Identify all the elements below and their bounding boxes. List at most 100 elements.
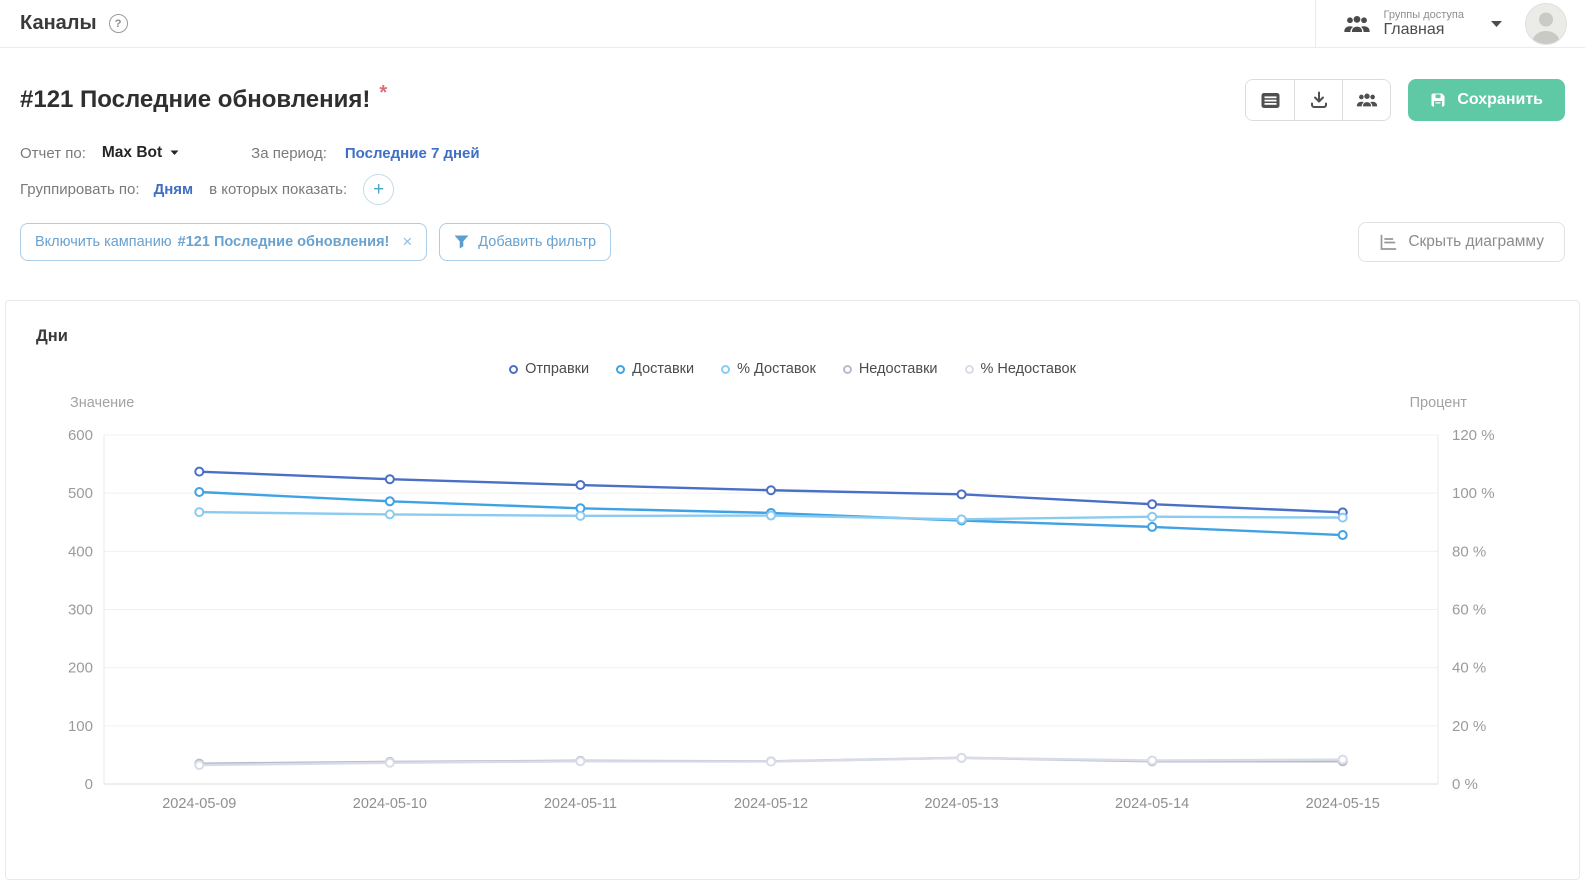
- close-icon[interactable]: ×: [402, 232, 412, 252]
- right-axis-title: Процент: [1410, 395, 1467, 413]
- data-point[interactable]: [576, 481, 584, 489]
- data-point[interactable]: [195, 508, 203, 516]
- data-point[interactable]: [1339, 756, 1347, 764]
- data-point[interactable]: [386, 475, 394, 483]
- download-button[interactable]: [1294, 80, 1342, 120]
- add-filter-label: Добавить фильтр: [478, 234, 596, 250]
- chevron-down-icon[interactable]: [1490, 20, 1503, 28]
- data-point[interactable]: [195, 488, 203, 496]
- data-point[interactable]: [958, 754, 966, 762]
- left-axis-tick: 300: [68, 602, 93, 619]
- data-point[interactable]: [195, 468, 203, 476]
- period-value-link[interactable]: Последние 7 дней: [345, 145, 480, 162]
- legend-item[interactable]: % Доставок: [721, 361, 816, 377]
- data-point[interactable]: [386, 759, 394, 767]
- save-button-label: Сохранить: [1457, 91, 1543, 109]
- plus-icon: +: [373, 180, 384, 199]
- filter-icon: [454, 235, 469, 249]
- chart-canvas: 6005004003002001000120 %100 %80 %60 %40 …: [6, 416, 1579, 816]
- topbar: Каналы ? Группы доступа Главная: [0, 0, 1585, 48]
- x-axis-tick: 2024-05-09: [162, 796, 236, 812]
- report-header: #121 Последние обновления! *: [0, 48, 1585, 262]
- report-list-button[interactable]: [1246, 80, 1294, 120]
- left-axis-tick: 0: [85, 776, 93, 793]
- share-users-button[interactable]: [1342, 80, 1390, 120]
- data-point[interactable]: [195, 761, 203, 769]
- data-point[interactable]: [958, 490, 966, 498]
- legend-marker-icon: [965, 365, 974, 374]
- chart-title: Дни: [36, 327, 1579, 349]
- left-axis-tick: 400: [68, 543, 93, 560]
- access-group-label: Группы доступа: [1384, 9, 1464, 21]
- save-button[interactable]: Сохранить: [1408, 79, 1565, 121]
- campaign-filter-chip[interactable]: Включить кампанию #121 Последние обновле…: [20, 223, 427, 261]
- add-filter-button[interactable]: Добавить фильтр: [439, 223, 611, 261]
- data-point[interactable]: [767, 758, 775, 766]
- data-point[interactable]: [958, 515, 966, 523]
- data-point[interactable]: [576, 512, 584, 520]
- right-axis-tick: 40 %: [1452, 660, 1486, 677]
- report-settings-row: Отчет по: Max Bot За период: Последние 7…: [20, 142, 1565, 164]
- legend-label: Отправки: [525, 361, 589, 377]
- legend-item[interactable]: % Недоставок: [965, 361, 1076, 377]
- data-point[interactable]: [1148, 756, 1156, 764]
- report-toolbar: [1245, 79, 1391, 121]
- data-point[interactable]: [767, 512, 775, 520]
- data-point[interactable]: [1339, 514, 1347, 522]
- legend-label: % Доставок: [737, 361, 816, 377]
- legend-item[interactable]: Недоставки: [843, 361, 938, 377]
- access-groups-icon: [1342, 14, 1372, 34]
- save-icon: [1430, 92, 1446, 108]
- legend-label: Доставки: [632, 361, 694, 377]
- data-point[interactable]: [1148, 523, 1156, 531]
- groupby-row: Группировать по: Дням в которых показать…: [20, 174, 1565, 204]
- data-point[interactable]: [767, 486, 775, 494]
- add-metric-button[interactable]: +: [363, 174, 394, 205]
- users-icon: [1355, 92, 1379, 108]
- right-axis-tick: 60 %: [1452, 602, 1486, 619]
- chart-icon: [1379, 234, 1397, 251]
- legend-item[interactable]: Доставки: [616, 361, 694, 377]
- right-axis-tick: 100 %: [1452, 485, 1495, 502]
- data-point[interactable]: [576, 757, 584, 765]
- left-axis-title: Значение: [70, 395, 134, 413]
- hide-chart-button[interactable]: Скрыть диаграмму: [1358, 222, 1565, 262]
- legend-marker-icon: [721, 365, 730, 374]
- right-axis-tick: 20 %: [1452, 718, 1486, 735]
- right-axis-tick: 0 %: [1452, 776, 1478, 793]
- x-axis-tick: 2024-05-11: [544, 796, 617, 812]
- legend-label: Недоставки: [859, 361, 938, 377]
- hide-chart-label: Скрыть диаграмму: [1408, 233, 1544, 251]
- filter-chip-text: Включить кампанию: [35, 234, 172, 250]
- x-axis-tick: 2024-05-12: [734, 796, 808, 812]
- topbar-right: Группы доступа Главная: [1315, 0, 1567, 48]
- group-by-value-link[interactable]: Дням: [154, 181, 194, 198]
- help-icon[interactable]: ?: [109, 14, 128, 33]
- left-axis-tick: 600: [68, 427, 93, 444]
- filters-row: Включить кампанию #121 Последние обновле…: [20, 222, 1565, 262]
- period-label: За период:: [251, 145, 327, 162]
- avatar[interactable]: [1525, 3, 1567, 45]
- data-point[interactable]: [1148, 500, 1156, 508]
- legend-item[interactable]: Отправки: [509, 361, 589, 377]
- report-page: #121 Последние обновления! *: [0, 48, 1585, 880]
- access-group-selector[interactable]: Группы доступа Главная: [1384, 9, 1464, 39]
- list-icon: [1261, 92, 1280, 109]
- filter-chip-campaign: #121 Последние обновления!: [178, 234, 390, 250]
- left-axis-tick: 500: [68, 485, 93, 502]
- show-in-label: в которых показать:: [209, 181, 347, 198]
- required-mark: *: [379, 82, 387, 105]
- data-point[interactable]: [386, 497, 394, 505]
- legend-marker-icon: [843, 365, 852, 374]
- report-title: #121 Последние обновления!: [20, 86, 370, 114]
- data-point[interactable]: [1148, 513, 1156, 521]
- data-point[interactable]: [386, 510, 394, 518]
- left-axis-tick: 100: [68, 718, 93, 735]
- chart-card: Дни Отправки Доставки % Доставок Недоставки…: [5, 300, 1580, 880]
- chart-legend: Отправки Доставки % Доставок Недоставки % Не…: [6, 359, 1579, 379]
- x-axis-tick: 2024-05-15: [1306, 796, 1380, 812]
- bot-select[interactable]: Max Bot: [102, 144, 179, 162]
- legend-marker-icon: [616, 365, 625, 374]
- data-point[interactable]: [1339, 531, 1347, 539]
- right-axis-tick: 120 %: [1452, 427, 1495, 444]
